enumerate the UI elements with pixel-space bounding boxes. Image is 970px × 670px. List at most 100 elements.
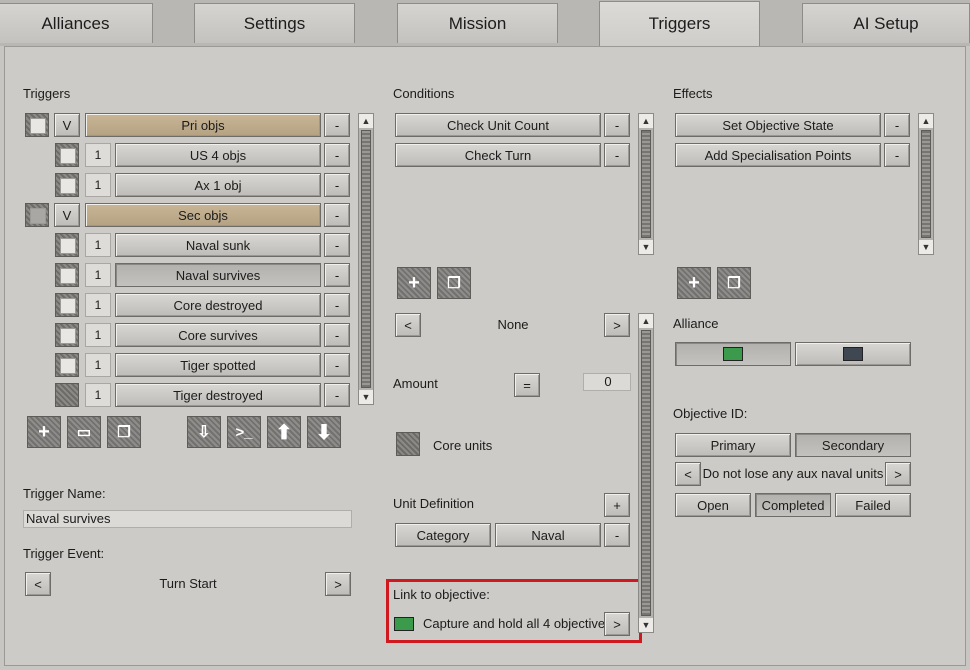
scroll-thumb[interactable] — [361, 130, 371, 388]
scroll-down-icon[interactable]: ▼ — [359, 390, 373, 404]
copy-icon[interactable]: ❐ — [107, 416, 141, 448]
trigger-item[interactable]: Tiger destroyed — [115, 383, 321, 407]
trigger-label: Tiger spotted — [180, 357, 256, 373]
trigger-item[interactable]: Tiger spotted — [115, 353, 321, 377]
effect-item[interactable]: Set Objective State — [675, 113, 881, 137]
trigger-checkbox[interactable] — [55, 263, 79, 287]
trigger-checkbox[interactable] — [55, 353, 79, 377]
condition-next-button[interactable]: > — [604, 313, 630, 337]
scroll-thumb[interactable] — [921, 130, 931, 238]
trigger-checkbox[interactable] — [55, 233, 79, 257]
scroll-down-icon[interactable]: ▼ — [919, 240, 933, 254]
remove-trigger-button[interactable]: - — [324, 113, 350, 137]
trigger-checkbox[interactable] — [55, 323, 79, 347]
scroll-thumb[interactable] — [641, 330, 651, 616]
remove-condition-button[interactable]: - — [604, 113, 630, 137]
console-icon[interactable]: >_ — [227, 416, 261, 448]
remove-trigger-button[interactable]: - — [324, 173, 350, 197]
import-icon[interactable]: ⇩ — [187, 416, 221, 448]
conditions-scrollbar[interactable]: ▲ ▼ — [638, 113, 654, 255]
trigger-item[interactable]: Core destroyed — [115, 293, 321, 317]
scroll-up-icon[interactable]: ▲ — [919, 114, 933, 128]
copy-icon[interactable]: ❐ — [717, 267, 751, 299]
triggers-scrollbar[interactable]: ▲ ▼ — [358, 113, 374, 405]
objective-prev-button[interactable]: < — [675, 462, 701, 486]
scroll-up-icon[interactable]: ▲ — [639, 314, 653, 328]
trigger-name-field[interactable]: Naval survives — [23, 510, 352, 528]
effect-label: Add Specialisation Points — [704, 147, 852, 163]
effect-label: Set Objective State — [722, 117, 834, 133]
trigger-item[interactable]: Pri objs — [85, 113, 321, 137]
tab-triggers[interactable]: Triggers — [599, 1, 760, 46]
trigger-item[interactable]: Sec objs — [85, 203, 321, 227]
tab-ai-setup[interactable]: AI Setup — [802, 3, 970, 43]
alliance-button-gray[interactable] — [795, 342, 911, 366]
remove-trigger-button[interactable]: - — [324, 263, 350, 287]
condition-details-scrollbar[interactable]: ▲ ▼ — [638, 313, 654, 633]
copy-icon[interactable]: ❐ — [437, 267, 471, 299]
remove-trigger-button[interactable]: - — [324, 323, 350, 347]
scroll-thumb[interactable] — [641, 130, 651, 238]
secondary-button[interactable]: Secondary — [795, 433, 911, 457]
remove-trigger-button[interactable]: - — [324, 293, 350, 317]
state-failed-button[interactable]: Failed — [835, 493, 911, 517]
trigger-checkbox[interactable] — [25, 113, 49, 137]
trigger-count: 1 — [85, 233, 111, 257]
scroll-up-icon[interactable]: ▲ — [359, 114, 373, 128]
category-button[interactable]: Category — [395, 523, 491, 547]
trigger-item-selected[interactable]: Naval survives — [115, 263, 321, 287]
scroll-down-icon[interactable]: ▼ — [639, 618, 653, 632]
trigger-checkbox[interactable] — [55, 383, 79, 407]
amount-operator-button[interactable]: = — [514, 373, 540, 397]
remove-trigger-button[interactable]: - — [324, 233, 350, 257]
remove-condition-button[interactable]: - — [604, 143, 630, 167]
alliance-button-green[interactable] — [675, 342, 791, 366]
tab-label: AI Setup — [853, 13, 919, 33]
group-toggle-button[interactable]: V — [54, 203, 80, 227]
folder-icon[interactable]: ▭ — [67, 416, 101, 448]
tab-settings[interactable]: Settings — [194, 3, 355, 43]
amount-field[interactable]: 0 — [583, 373, 631, 391]
plus-icon[interactable]: + — [397, 267, 431, 299]
remove-label: - — [894, 147, 900, 163]
scroll-up-icon[interactable]: ▲ — [639, 114, 653, 128]
condition-item[interactable]: Check Turn — [395, 143, 601, 167]
objective-next-button[interactable]: > — [885, 462, 911, 486]
remove-trigger-button[interactable]: - — [324, 383, 350, 407]
trigger-item[interactable]: Core survives — [115, 323, 321, 347]
tab-alliances[interactable]: Alliances — [0, 3, 153, 43]
add-unit-definition-button[interactable]: + — [604, 493, 630, 517]
link-objective-next-button[interactable]: > — [604, 612, 630, 636]
remove-trigger-button[interactable]: - — [324, 353, 350, 377]
remove-trigger-button[interactable]: - — [324, 203, 350, 227]
arrow-down-icon[interactable]: ⬇ — [307, 416, 341, 448]
event-next-button[interactable]: > — [325, 572, 351, 596]
remove-effect-button[interactable]: - — [884, 113, 910, 137]
remove-effect-button[interactable]: - — [884, 143, 910, 167]
remove-unit-definition-button[interactable]: - — [604, 523, 630, 547]
trigger-checkbox[interactable] — [55, 143, 79, 167]
effects-scrollbar[interactable]: ▲ ▼ — [918, 113, 934, 255]
core-units-checkbox[interactable] — [396, 432, 420, 456]
state-open-button[interactable]: Open — [675, 493, 751, 517]
remove-trigger-button[interactable]: - — [324, 143, 350, 167]
trigger-item[interactable]: US 4 objs — [115, 143, 321, 167]
condition-item[interactable]: Check Unit Count — [395, 113, 601, 137]
state-completed-button[interactable]: Completed — [755, 493, 831, 517]
trigger-item[interactable]: Naval sunk — [115, 233, 321, 257]
scroll-down-icon[interactable]: ▼ — [639, 240, 653, 254]
primary-button[interactable]: Primary — [675, 433, 791, 457]
plus-icon[interactable]: + — [27, 416, 61, 448]
group-toggle-button[interactable]: V — [54, 113, 80, 137]
category-value-button[interactable]: Naval — [495, 523, 601, 547]
event-prev-button[interactable]: < — [25, 572, 51, 596]
trigger-checkbox[interactable] — [55, 293, 79, 317]
condition-prev-button[interactable]: < — [395, 313, 421, 337]
tab-mission[interactable]: Mission — [397, 3, 558, 43]
arrow-up-icon[interactable]: ⬆ — [267, 416, 301, 448]
trigger-checkbox[interactable] — [55, 173, 79, 197]
trigger-item[interactable]: Ax 1 obj — [115, 173, 321, 197]
plus-icon[interactable]: + — [677, 267, 711, 299]
effect-item[interactable]: Add Specialisation Points — [675, 143, 881, 167]
trigger-checkbox[interactable] — [25, 203, 49, 227]
